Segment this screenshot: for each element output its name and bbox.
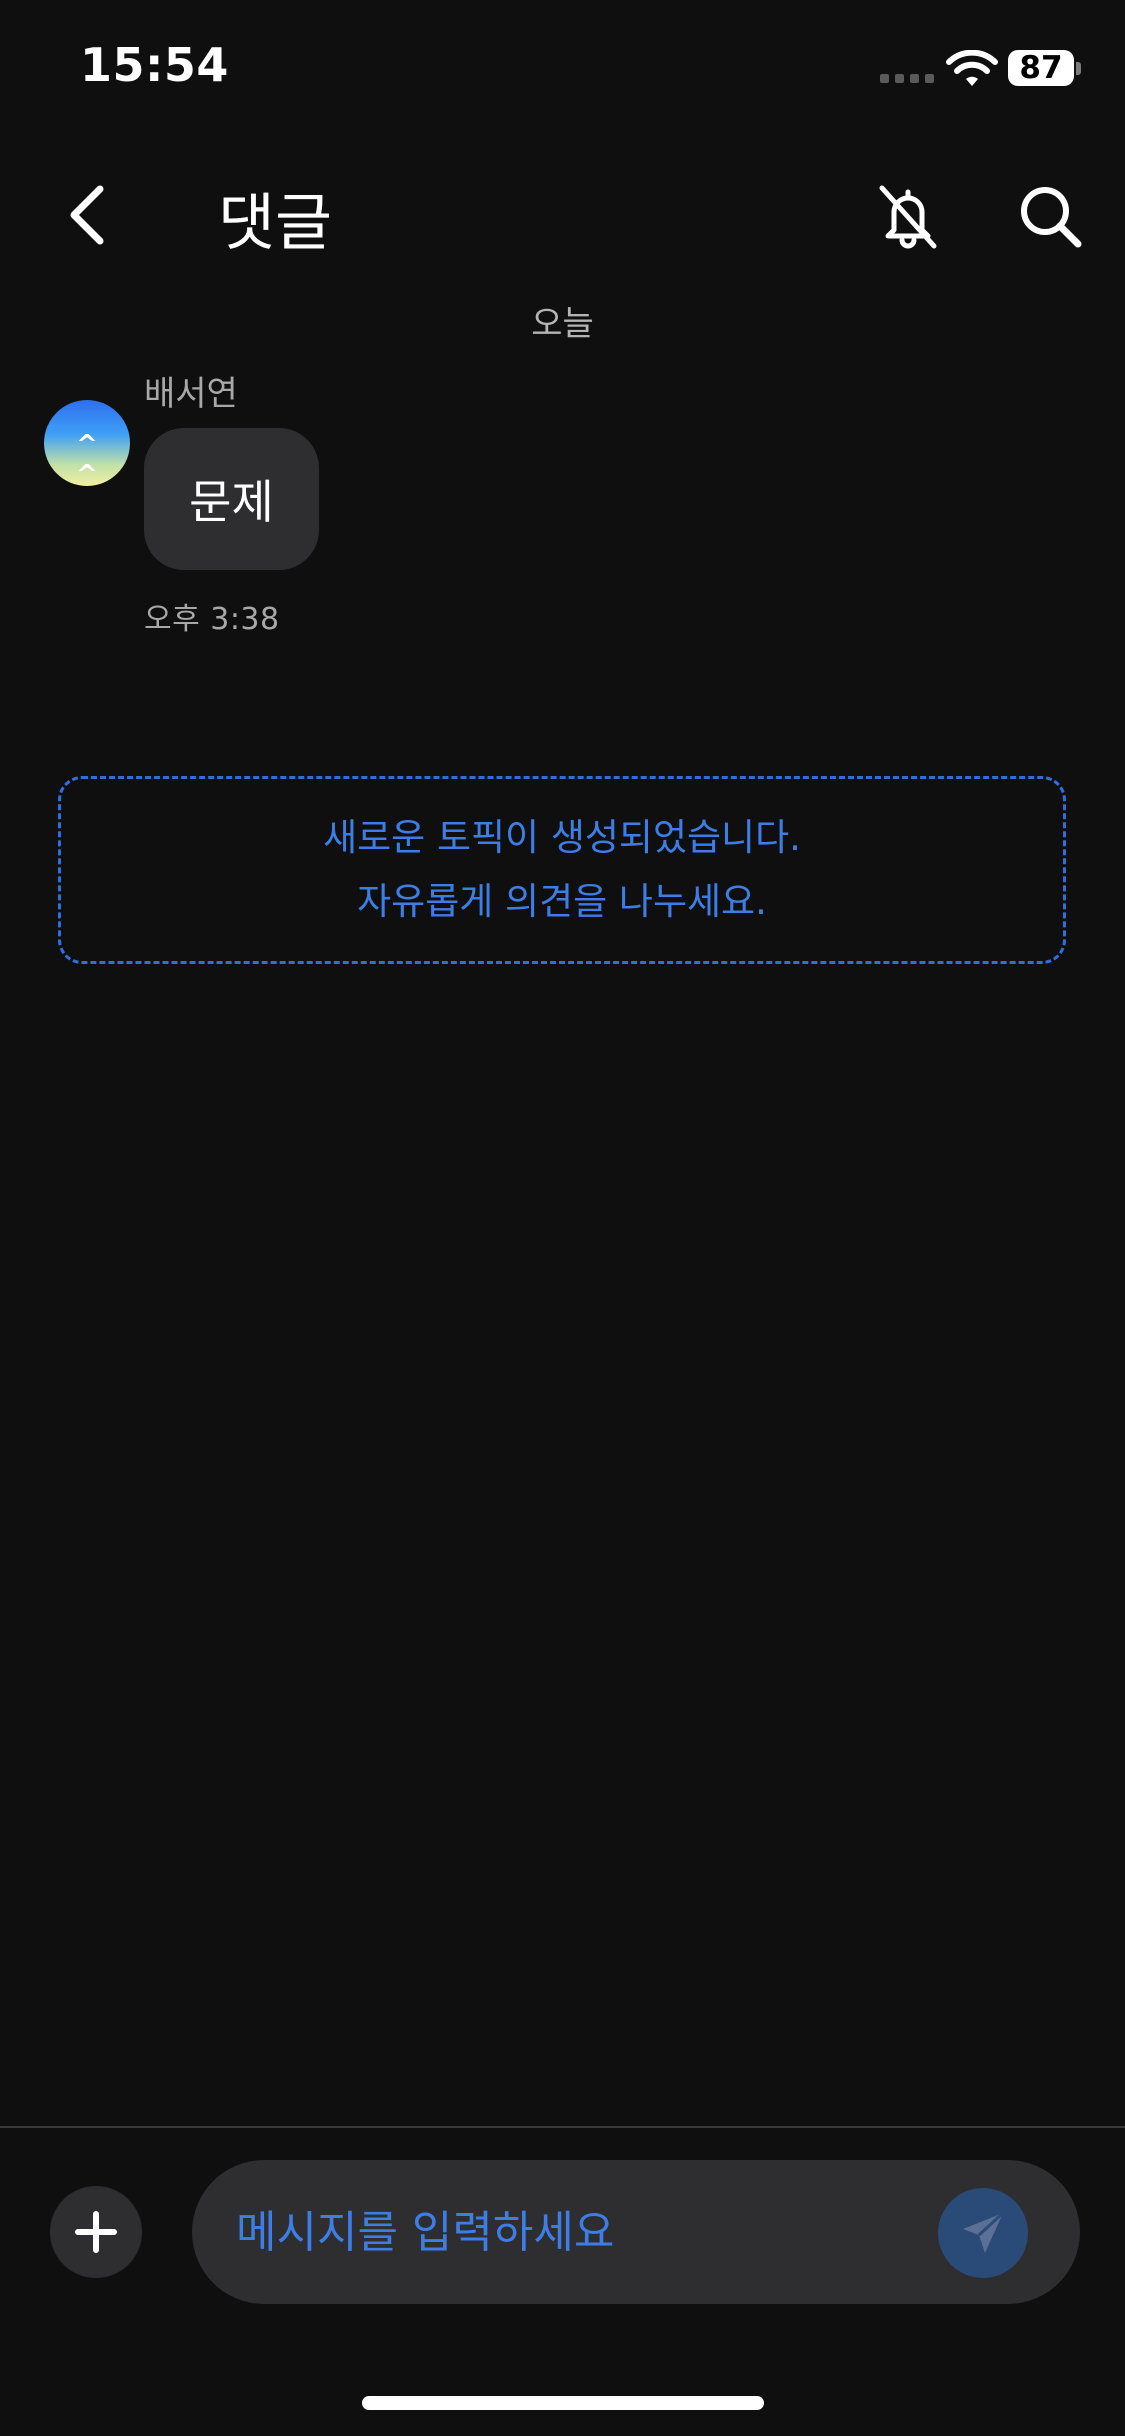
battery-level: 87 [1019, 50, 1063, 86]
sender-name: 배서연 [144, 374, 238, 414]
message-composer [192, 2160, 1080, 2304]
status-time: 15:54 [80, 38, 229, 92]
signal-icon [880, 74, 934, 83]
home-indicator[interactable] [362, 2396, 764, 2410]
page-title: 댓글 [218, 186, 333, 259]
avatar-face: ^ ^ [76, 430, 112, 486]
notice-line-2: 자유롭게 의견을 나누세요. [357, 880, 767, 923]
screen: 15:54 87 댓글 오늘 ^ ^ 배서연 문제 오후 3:38 새로운 토픽… [0, 0, 1125, 2436]
message-input[interactable] [236, 2160, 916, 2304]
back-chevron-icon [70, 185, 104, 245]
battery-icon: 87 [1008, 50, 1074, 86]
back-button[interactable] [52, 180, 122, 250]
wifi-icon [946, 50, 998, 86]
message-text: 문제 [189, 475, 274, 529]
bell-slash-icon[interactable] [872, 180, 944, 252]
composer-divider [0, 2126, 1125, 2128]
message-time: 오후 3:38 [144, 602, 280, 637]
send-button[interactable] [938, 2188, 1028, 2278]
battery-tip [1076, 62, 1081, 75]
avatar[interactable]: ^ ^ [44, 400, 130, 486]
topic-notice: 새로운 토픽이 생성되었습니다. 자유롭게 의견을 나누세요. [58, 776, 1066, 964]
attach-button[interactable] [50, 2186, 142, 2278]
header: 댓글 [0, 160, 1125, 270]
notice-line-1: 새로운 토픽이 생성되었습니다. [323, 816, 801, 859]
message-bubble[interactable]: 문제 [144, 428, 319, 570]
status-bar: 15:54 87 [0, 0, 1125, 140]
search-icon[interactable] [1014, 180, 1086, 252]
send-icon [963, 2211, 1005, 2253]
plus-icon [75, 2211, 117, 2253]
date-divider: 오늘 [531, 304, 594, 344]
